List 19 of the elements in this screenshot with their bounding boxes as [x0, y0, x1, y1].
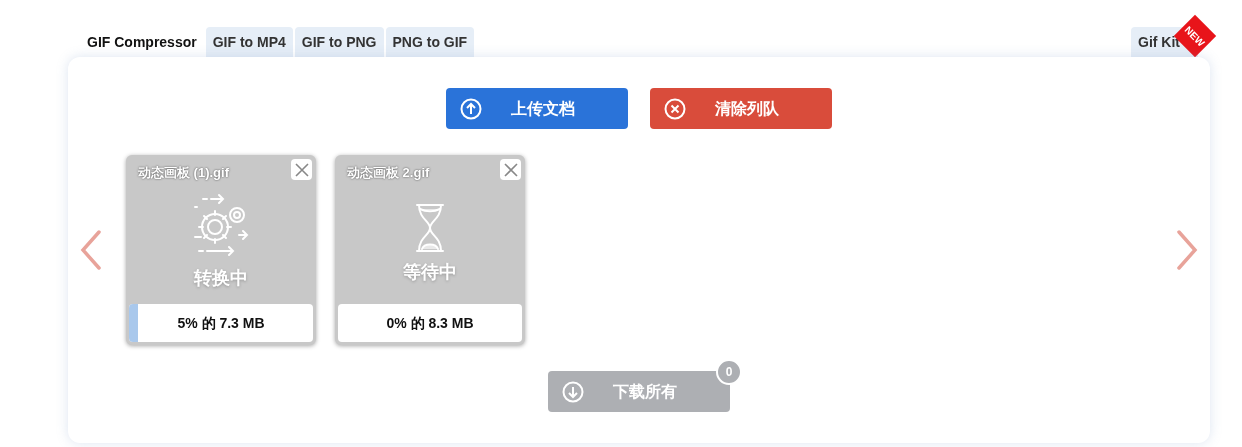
close-icon: [503, 162, 518, 177]
close-button[interactable]: [291, 159, 312, 180]
close-icon: [294, 162, 309, 177]
tab[interactable]: PNG to GIF: [385, 27, 475, 57]
hourglass-icon: [414, 203, 446, 253]
tab[interactable]: GIF to PNG: [294, 27, 384, 57]
download-icon: [562, 380, 584, 403]
progress-text: 0% 的 8.3 MB: [385, 313, 475, 333]
clear-queue-button[interactable]: 清除列队: [650, 88, 832, 129]
close-icon: [664, 97, 686, 120]
file-name: 动态画板 (1).gif: [138, 164, 229, 182]
file-name: 动态画板 2.gif: [347, 164, 430, 182]
tab[interactable]: GIF to MP4: [205, 27, 293, 57]
chevron-left-icon[interactable]: [80, 230, 102, 270]
upload-button[interactable]: 上传文档: [446, 88, 628, 129]
upload-icon: [460, 97, 482, 120]
chevron-right-icon[interactable]: [1176, 230, 1198, 270]
progress-text: 5% 的 7.3 MB: [176, 313, 266, 333]
close-button[interactable]: [500, 159, 521, 180]
